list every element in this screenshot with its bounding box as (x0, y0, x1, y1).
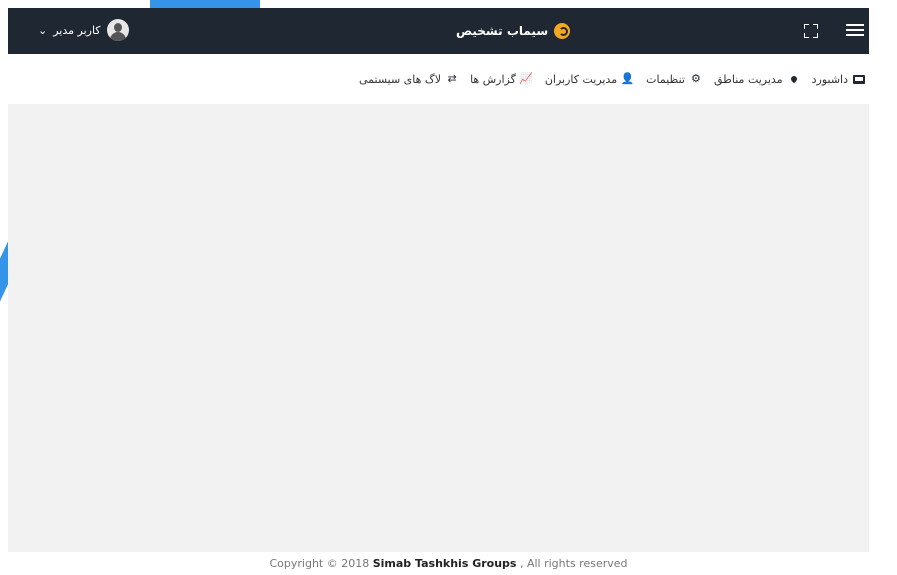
chart-icon: 📈 (519, 72, 533, 85)
nav-item-label: مدیریت مناطق (713, 72, 783, 86)
users-icon: 👤 (620, 72, 635, 85)
hamburger-menu-button[interactable] (846, 22, 864, 38)
gears-icon: ⚙ (691, 72, 701, 85)
footer: Copyright © 2018 Simab Tashkhis Groups ,… (0, 557, 897, 575)
monitor-icon (853, 74, 865, 84)
footer-prefix: Copyright © 2018 (269, 557, 373, 570)
avatar (106, 19, 129, 41)
chevron-down-icon: ⌄ (38, 23, 48, 37)
nav-item-dashboard[interactable]: داشبورد (812, 73, 865, 86)
user-name: کاربر مدیر (53, 23, 101, 37)
top-bar: سیماب تشخیص ⌄ کاربر مدیر (8, 8, 869, 54)
footer-suffix: , All rights reserved (516, 557, 628, 570)
fullscreen-icon[interactable] (804, 24, 818, 38)
nav-item-settings[interactable]: ⚙ تنظیمات (646, 73, 702, 86)
map-pin-icon (789, 74, 798, 84)
nav-item-system-logs[interactable]: ⇄ لاگ های سیستمی (359, 73, 458, 86)
footer-company: Simab Tashkhis Groups (372, 557, 517, 570)
main-navigation: داشبورد مدیریت مناطق ⚙ تنظیمات 👤 مدیریت … (359, 54, 869, 104)
brand-name: سیماب تشخیص (456, 24, 549, 38)
nav-item-regions[interactable]: مدیریت مناطق (714, 73, 800, 86)
nav-item-label: تنظیمات (646, 72, 685, 86)
nav-item-label: گزارش ها (470, 72, 516, 86)
user-menu[interactable]: ⌄ کاربر مدیر (38, 18, 129, 42)
main-content (8, 104, 869, 552)
decorative-top-stroke (150, 0, 260, 8)
nav-item-user-management[interactable]: 👤 مدیریت کاربران (545, 73, 634, 86)
brand[interactable]: سیماب تشخیص (456, 21, 571, 41)
nav-bar: داشبورد مدیریت مناطق ⚙ تنظیمات 👤 مدیریت … (8, 54, 869, 104)
nav-item-label: لاگ های سیستمی (358, 72, 442, 86)
app-window: سیماب تشخیص ⌄ کاربر مدیر داشبورد مدیریت … (8, 8, 869, 552)
nav-item-label: مدیریت کاربران (544, 72, 618, 86)
nav-item-label: داشبورد (811, 72, 848, 86)
brand-logo-icon (554, 23, 571, 39)
nav-item-reports[interactable]: 📈 گزارش ها (470, 73, 533, 86)
exchange-icon: ⇄ (447, 72, 457, 85)
